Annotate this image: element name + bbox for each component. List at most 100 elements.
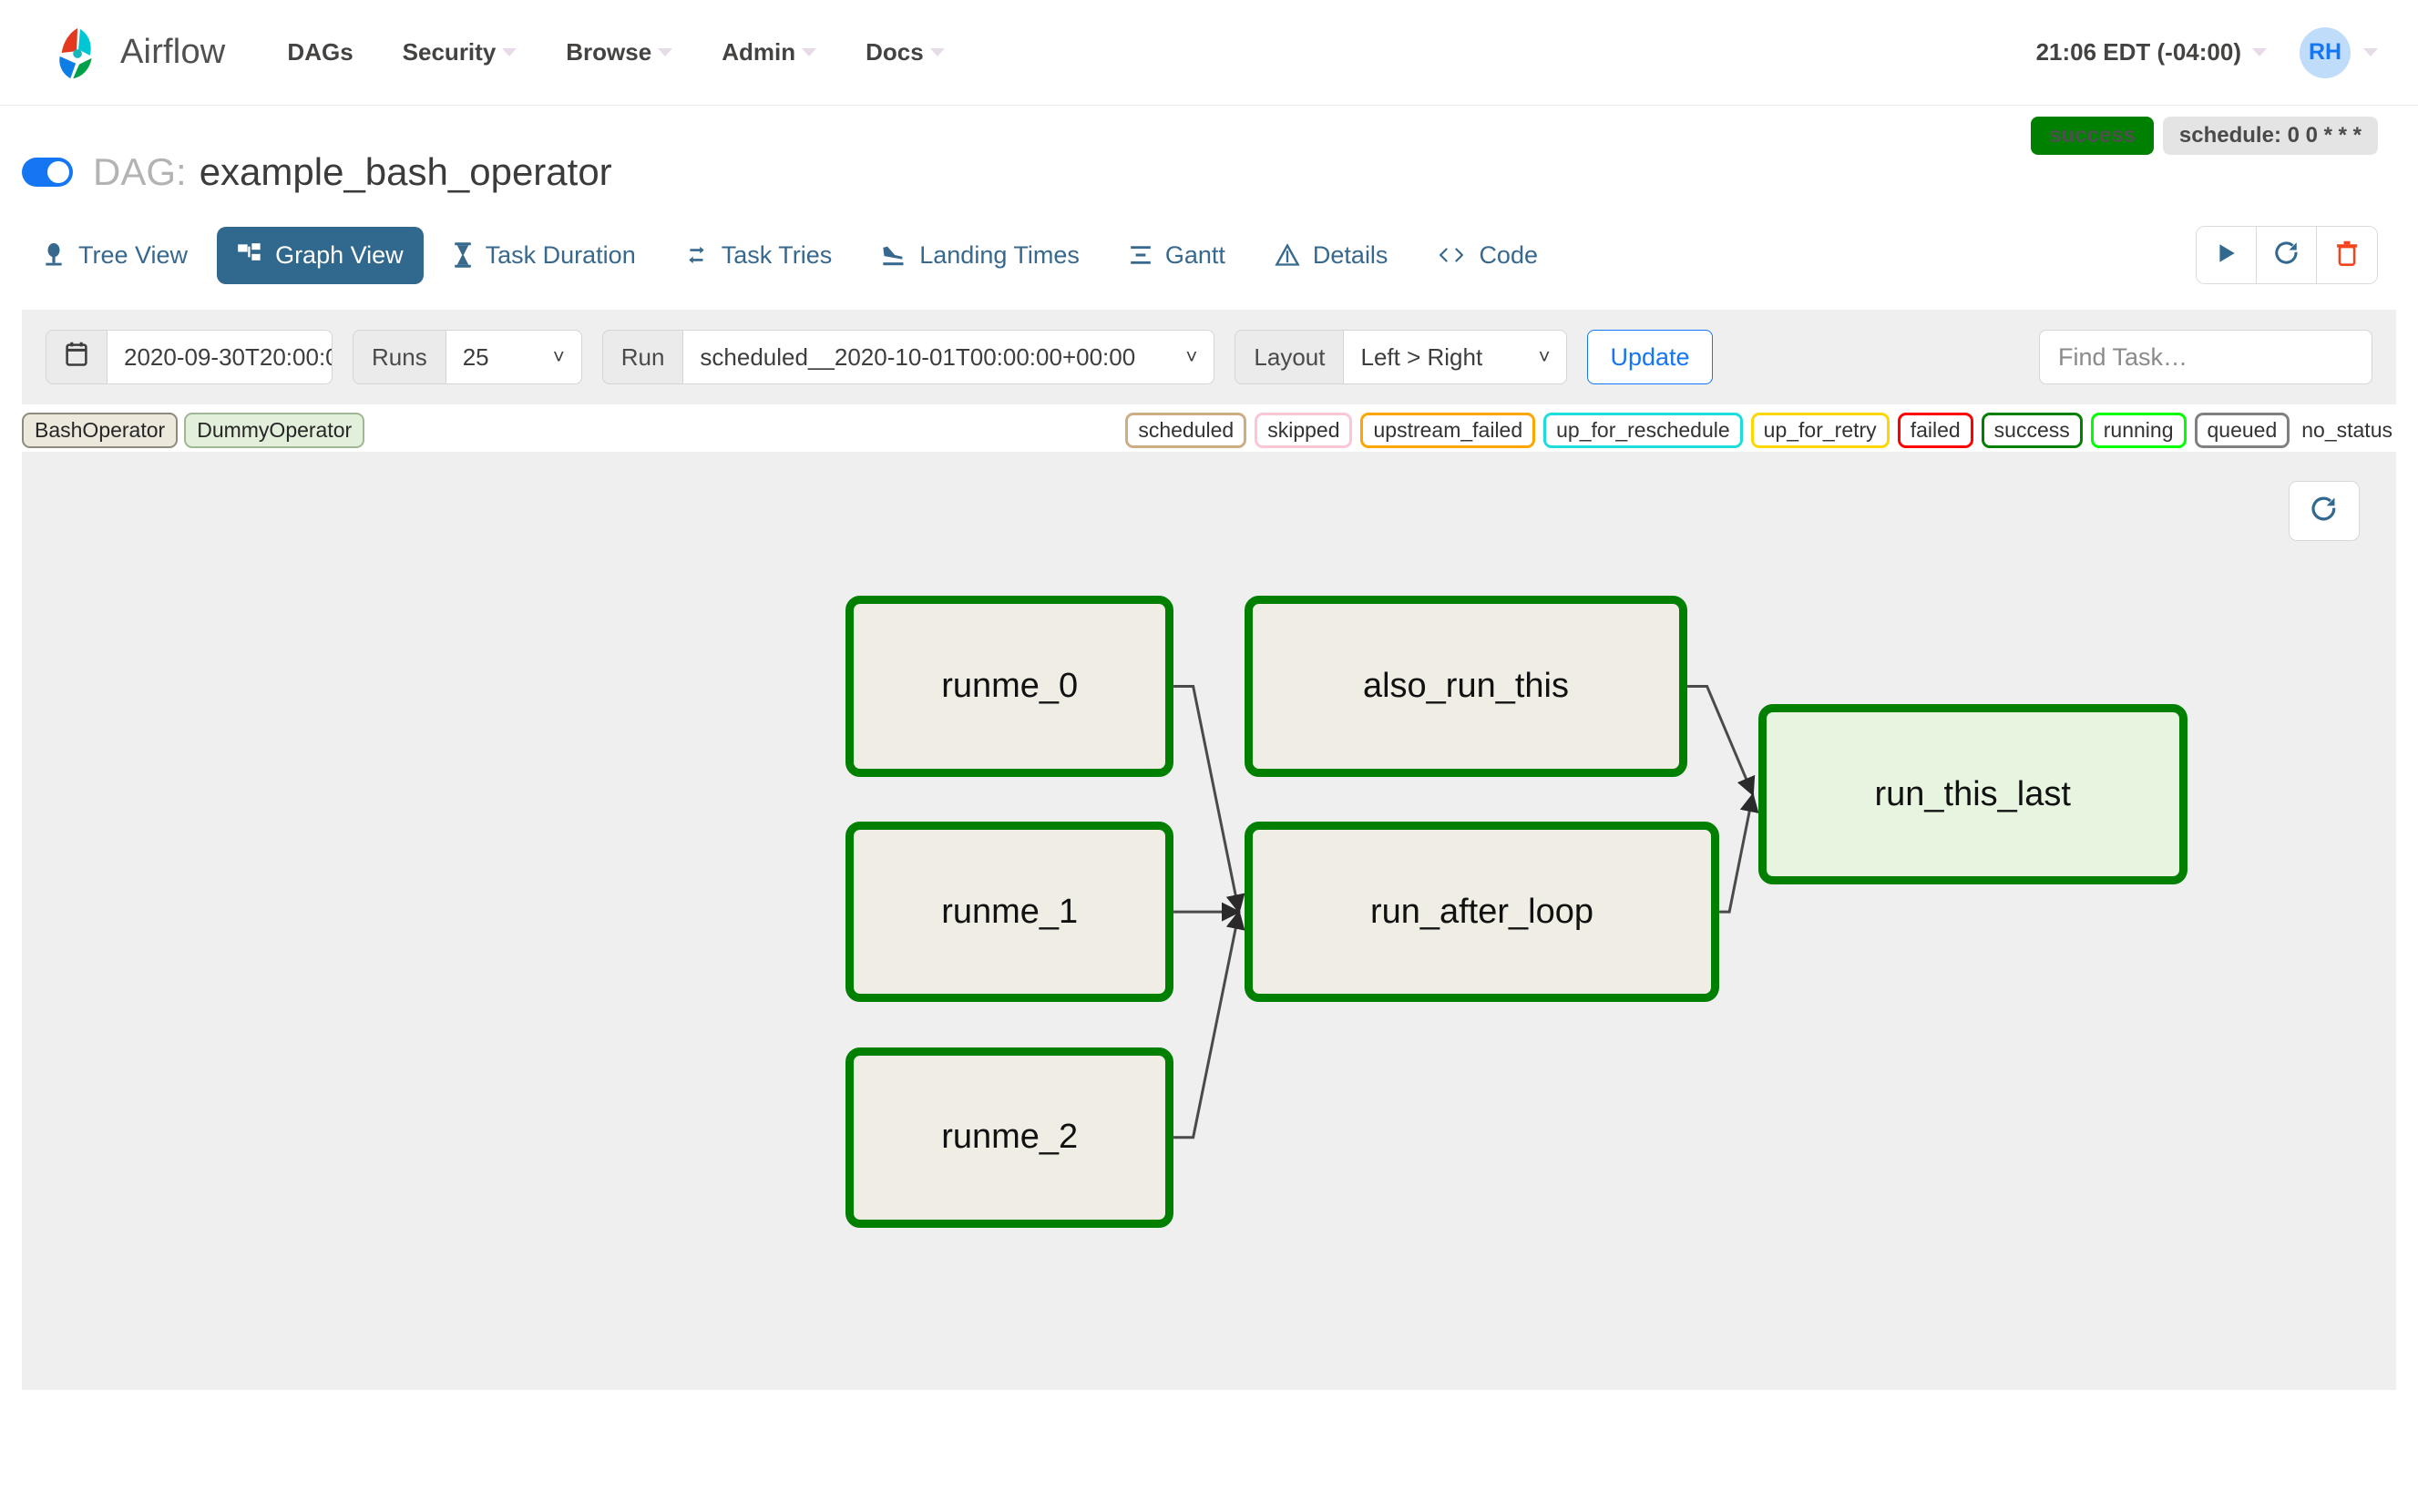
run-label: Run (601, 330, 683, 384)
top-navbar: Airflow DAGs Security Browse Admin Docs … (0, 0, 2418, 106)
gantt-icon (1129, 243, 1153, 267)
graph-node-runme_1[interactable]: runme_1 (845, 822, 1174, 1003)
dag-action-buttons (2196, 226, 2378, 284)
calendar-button[interactable] (46, 330, 107, 384)
graph-node-label: run_this_last (1874, 774, 2071, 813)
page-title: example_bash_operator (199, 150, 612, 193)
tab-label: Graph View (275, 240, 404, 269)
trash-icon (2335, 240, 2359, 271)
operator-legend-bashoperator[interactable]: BashOperator (22, 412, 179, 448)
nav-item-docs[interactable]: Docs (866, 38, 945, 66)
tab-gantt[interactable]: Gantt (1109, 227, 1245, 284)
tab-code[interactable]: Code (1417, 227, 1558, 284)
schedule-badge[interactable]: schedule: 0 0 * * * (2162, 117, 2378, 155)
graph-canvas[interactable]: runme_0 also_run_this run_this_last runme_1… (22, 452, 2396, 1390)
tab-label: Task Duration (485, 240, 636, 269)
chevron-down-icon (2252, 48, 2267, 56)
tab-graph-view[interactable]: Graph View (217, 226, 424, 284)
avatar: RH (2300, 26, 2351, 78)
status-legend-success[interactable]: success (1981, 412, 2083, 448)
landing-icon (881, 242, 907, 268)
layout-value: Left > Right (1360, 342, 1483, 371)
dag-badges: success schedule: 0 0 * * * (2031, 117, 2378, 155)
nav-item-admin[interactable]: Admin (722, 38, 817, 66)
calendar-icon (65, 341, 88, 374)
run-group: Run scheduled__2020-10-01T00:00:00+00:00… (601, 330, 1215, 384)
airflow-pinwheel-logo (51, 25, 108, 81)
graph-node-run_this_last[interactable]: run_this_last (1757, 704, 2187, 885)
graph-edges (1173, 685, 1759, 1139)
status-legend: scheduled skipped upstream_failed up_for… (1125, 412, 2396, 448)
runs-label: Runs (353, 330, 446, 384)
refresh-icon (2273, 240, 2300, 271)
graph-node-label: runme_2 (941, 1118, 1079, 1157)
tab-task-duration[interactable]: Task Duration (433, 227, 656, 284)
layout-group: Layout Left > Right ˅ (1235, 330, 1568, 384)
graph-node-runme_0[interactable]: runme_0 (845, 596, 1174, 777)
legend-row: BashOperator DummyOperator scheduled ski… (0, 404, 2418, 452)
tab-label: Details (1312, 240, 1388, 269)
chevron-down-icon: ˅ (1185, 345, 1198, 368)
tab-label: Gantt (1164, 240, 1225, 269)
status-legend-queued[interactable]: queued (2194, 412, 2290, 448)
brand-home-link[interactable]: Airflow (51, 25, 225, 81)
chevron-down-icon (2363, 48, 2378, 56)
run-select[interactable]: scheduled__2020-10-01T00:00:00+00:00 ˅ (682, 330, 1215, 384)
graph-node-label: runme_1 (941, 892, 1079, 931)
brand-name: Airflow (120, 33, 226, 71)
dag-pause-toggle[interactable] (22, 158, 73, 187)
navbar-right: 21:06 EDT (-04:00) RH (2036, 26, 2378, 78)
graph-edge-runme_0-to-run_after_loop (1173, 685, 1245, 914)
retry-icon (685, 242, 709, 268)
trigger-dag-button[interactable] (2197, 227, 2257, 283)
tab-label: Task Tries (721, 240, 833, 269)
clock-label: 21:06 EDT (-04:00) (2035, 38, 2241, 66)
status-legend-failed[interactable]: failed (1897, 412, 1973, 448)
user-menu[interactable]: RH (2300, 26, 2378, 78)
refresh-button[interactable] (2257, 227, 2317, 283)
status-legend-no-status[interactable]: no_status (2298, 415, 2396, 445)
runs-select[interactable]: 25 ˅ (445, 330, 582, 384)
tree-icon (42, 241, 66, 269)
tab-tree-view[interactable]: Tree View (22, 227, 208, 284)
hourglass-icon (453, 241, 473, 269)
update-button[interactable]: Update (1587, 330, 1713, 384)
status-legend-upstream-failed[interactable]: upstream_failed (1360, 412, 1536, 448)
status-legend-up-for-retry[interactable]: up_for_retry (1750, 412, 1890, 448)
graph-node-label: run_after_loop (1369, 892, 1594, 931)
nav-label: Security (402, 38, 497, 66)
status-legend-running[interactable]: running (2090, 412, 2187, 448)
graph-edge-run_after_loop-to-run_this_last (1719, 792, 1759, 914)
nav-item-browse[interactable]: Browse (566, 38, 673, 66)
graph-icon (237, 242, 262, 268)
layout-label: Layout (1235, 330, 1344, 384)
graph-edge-runme_2-to-run_after_loop (1173, 910, 1245, 1139)
status-legend-up-for-reschedule[interactable]: up_for_reschedule (1543, 412, 1743, 448)
operator-legend-dummyoperator[interactable]: DummyOperator (184, 412, 365, 448)
timezone-selector[interactable]: 21:06 EDT (-04:00) (2036, 38, 2267, 66)
status-legend-skipped[interactable]: skipped (1255, 412, 1353, 448)
base-date-input[interactable]: 2020-09-30T20:00:01-0 (107, 330, 333, 384)
graph-node-label: also_run_this (1362, 666, 1569, 705)
status-badge: success (2031, 117, 2154, 155)
nav-label: DAGs (287, 38, 353, 66)
view-tabs-row: Tree View Graph View Task Duration Task … (0, 208, 2418, 295)
chevron-down-icon (502, 48, 517, 56)
graph-node-label: runme_0 (941, 666, 1079, 705)
delete-dag-button[interactable] (2317, 227, 2377, 283)
graph-edge-also_run_this-to-run_this_last (1687, 685, 1756, 797)
tab-details[interactable]: Details (1255, 227, 1409, 284)
base-date-group: 2020-09-30T20:00:01-0 (46, 330, 333, 384)
graph-filter-toolbar: 2020-09-30T20:00:01-0 Runs 25 ˅ Run sche… (22, 310, 2396, 404)
tab-landing-times[interactable]: Landing Times (861, 227, 1100, 284)
code-icon (1437, 243, 1466, 267)
tab-task-tries[interactable]: Task Tries (665, 227, 853, 284)
find-task-input[interactable]: Find Task… (2039, 330, 2372, 384)
layout-select[interactable]: Left > Right ˅ (1343, 330, 1568, 384)
graph-node-also_run_this[interactable]: also_run_this (1244, 596, 1688, 777)
nav-item-security[interactable]: Security (403, 38, 517, 66)
status-legend-scheduled[interactable]: scheduled (1125, 412, 1247, 448)
graph-node-run_after_loop[interactable]: run_after_loop (1244, 822, 1720, 1003)
nav-item-dags[interactable]: DAGs (287, 38, 353, 66)
graph-node-runme_2[interactable]: runme_2 (845, 1047, 1174, 1228)
